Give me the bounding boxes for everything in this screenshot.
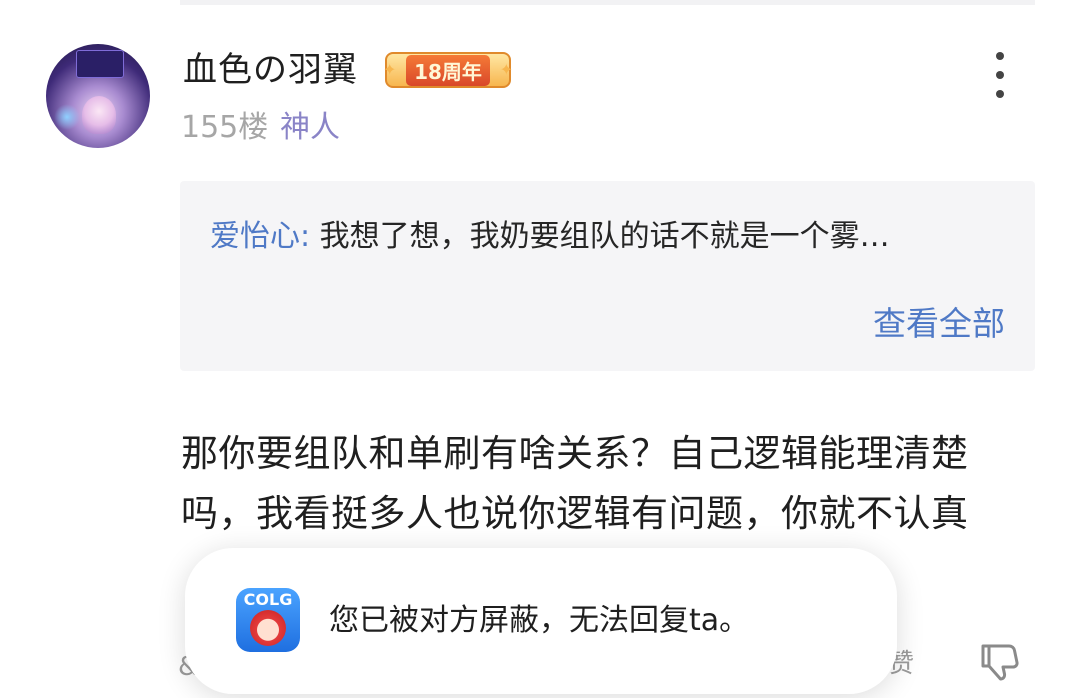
divider — [180, 0, 1035, 5]
body-line: 那你要组队和单刷有啥关系？自己逻辑能理清楚 — [181, 432, 969, 475]
username[interactable]: 血色の羽翼 — [183, 49, 358, 91]
anniversary-badge: ✦ 18周年 ✦ — [383, 52, 513, 88]
quoted-reply[interactable]: 爱怡心: 我想了想，我奶要组队的话不就是一个雾… 查看全部 — [180, 181, 1035, 371]
floor-number: 155楼 — [181, 110, 269, 145]
avatar[interactable] — [46, 44, 150, 148]
view-all-link[interactable]: 查看全部 — [873, 303, 1005, 345]
post-body: 那你要组队和单刷有啥关系？自己逻辑能理清楚 吗，我看挺多人也说你逻辑有问题，你就… — [181, 424, 1041, 544]
post-view: 血色の羽翼 ✦ 18周年 ✦ 155楼 神人 爱怡心: 我想了想，我奶要组队的话… — [0, 0, 1080, 698]
badge-label: 18周年 — [406, 54, 490, 86]
more-vertical-icon[interactable] — [988, 52, 1012, 98]
body-line: 吗，我看挺多人也说你逻辑有问题，你就不认真 — [181, 492, 969, 535]
blocked-toast: COLG 您已被对方屏蔽，无法回复ta。 — [185, 548, 897, 694]
colg-app-icon: COLG — [236, 588, 300, 652]
quote-text: 我想了想，我奶要组队的话不就是一个雾… — [319, 219, 890, 254]
star-icon: ✦ — [499, 60, 513, 79]
thumb-down-icon[interactable] — [975, 638, 1023, 686]
user-level: 神人 — [280, 110, 340, 145]
quote-line: 爱怡心: 我想了想，我奶要组队的话不就是一个雾… — [210, 217, 1010, 257]
star-icon: ✦ — [383, 60, 397, 79]
toast-message: 您已被对方屏蔽，无法回复ta。 — [329, 603, 750, 638]
quote-author[interactable]: 爱怡心: — [210, 219, 310, 254]
